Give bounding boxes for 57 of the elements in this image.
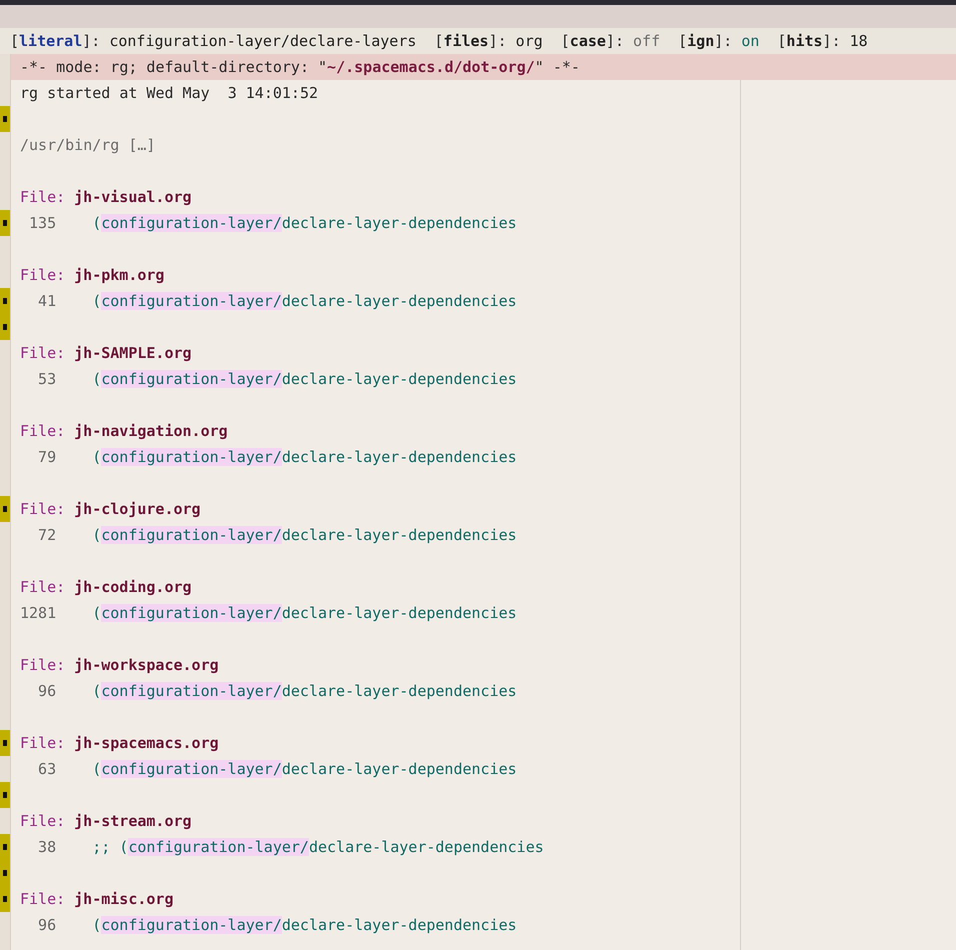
fringe-marker-icon	[0, 288, 10, 314]
fringe-marker-icon	[0, 782, 10, 808]
file-label: File:	[20, 734, 66, 752]
match-line[interactable]: (configuration-layer/declare-layer-dependencies	[92, 214, 517, 232]
file-name-link[interactable]: jh-SAMPLE.org	[74, 344, 192, 362]
file-label: File:	[20, 344, 66, 362]
file-label: File:	[20, 266, 66, 284]
match-line[interactable]: (configuration-layer/declare-layer-dependencies	[92, 604, 517, 622]
file-label: File:	[20, 422, 66, 440]
file-label: File:	[20, 656, 66, 674]
match-line[interactable]: (configuration-layer/declare-layer-dependencies	[92, 682, 517, 700]
file-label: File:	[20, 812, 66, 830]
fringe-marker-icon	[0, 106, 10, 132]
search-parameter: [literal]: configuration-layer/declare-layers	[10, 32, 416, 50]
line-number: 96	[37, 916, 56, 934]
match-line[interactable]: (configuration-layer/declare-layer-dependencies	[92, 448, 517, 466]
line-number: 38	[37, 838, 56, 856]
match-line[interactable]: (configuration-layer/declare-layer-dependencies	[92, 292, 517, 310]
line-number: 63	[37, 760, 56, 778]
status-text: rg started at Wed May 3 14:01:52	[20, 84, 318, 102]
file-name-link[interactable]: jh-spacemacs.org	[74, 734, 219, 752]
file-label: File:	[20, 578, 66, 596]
mode-line-comment: -*- mode: rg; default-directory: "~/.spacemacs.d/dot-org/" -*-	[11, 54, 956, 80]
file-label: File:	[20, 188, 66, 206]
line-number: 96	[37, 682, 56, 700]
fringe-marker-icon	[0, 834, 10, 860]
file-name-link[interactable]: jh-visual.org	[74, 188, 192, 206]
file-name-link[interactable]: jh-pkm.org	[74, 266, 164, 284]
fringe-marker-icon	[0, 886, 10, 912]
fringe-marker-icon	[0, 314, 10, 340]
command-text: /usr/bin/rg […]	[20, 136, 156, 154]
line-number: 72	[37, 526, 56, 544]
file-label: File:	[20, 500, 66, 518]
search-parameter: [case]: off	[560, 32, 660, 50]
file-name-link[interactable]: jh-clojure.org	[74, 500, 201, 518]
match-line[interactable]: (configuration-layer/declare-layer-dependencies	[92, 916, 517, 934]
file-name-link[interactable]: jh-workspace.org	[74, 656, 219, 674]
match-line[interactable]: (configuration-layer/declare-layer-dependencies	[92, 370, 517, 388]
match-line[interactable]: (configuration-layer/declare-layer-dependencies	[92, 760, 517, 778]
file-name-link[interactable]: jh-coding.org	[74, 578, 192, 596]
search-parameter: [ign]: on	[678, 32, 760, 50]
file-name-link[interactable]: jh-misc.org	[74, 890, 174, 908]
line-number: 53	[37, 370, 56, 388]
line-number: 41	[37, 292, 56, 310]
fringe-marker-icon	[0, 496, 10, 522]
search-parameter: [files]: org	[434, 32, 543, 50]
file-label: File:	[20, 890, 66, 908]
match-line[interactable]: ;; (configuration-layer/declare-layer-dependencies	[92, 838, 544, 856]
search-parameter: [hits]: 18	[777, 32, 868, 50]
file-name-link[interactable]: jh-stream.org	[74, 812, 192, 830]
line-number: 79	[37, 448, 56, 466]
fringe-marker-icon	[0, 210, 10, 236]
line-number: 1281	[20, 604, 56, 622]
file-name-link[interactable]: jh-navigation.org	[74, 422, 228, 440]
match-line[interactable]: (configuration-layer/declare-layer-dependencies	[92, 526, 517, 544]
line-number: 135	[28, 214, 56, 232]
fringe-marker-icon	[0, 730, 10, 756]
